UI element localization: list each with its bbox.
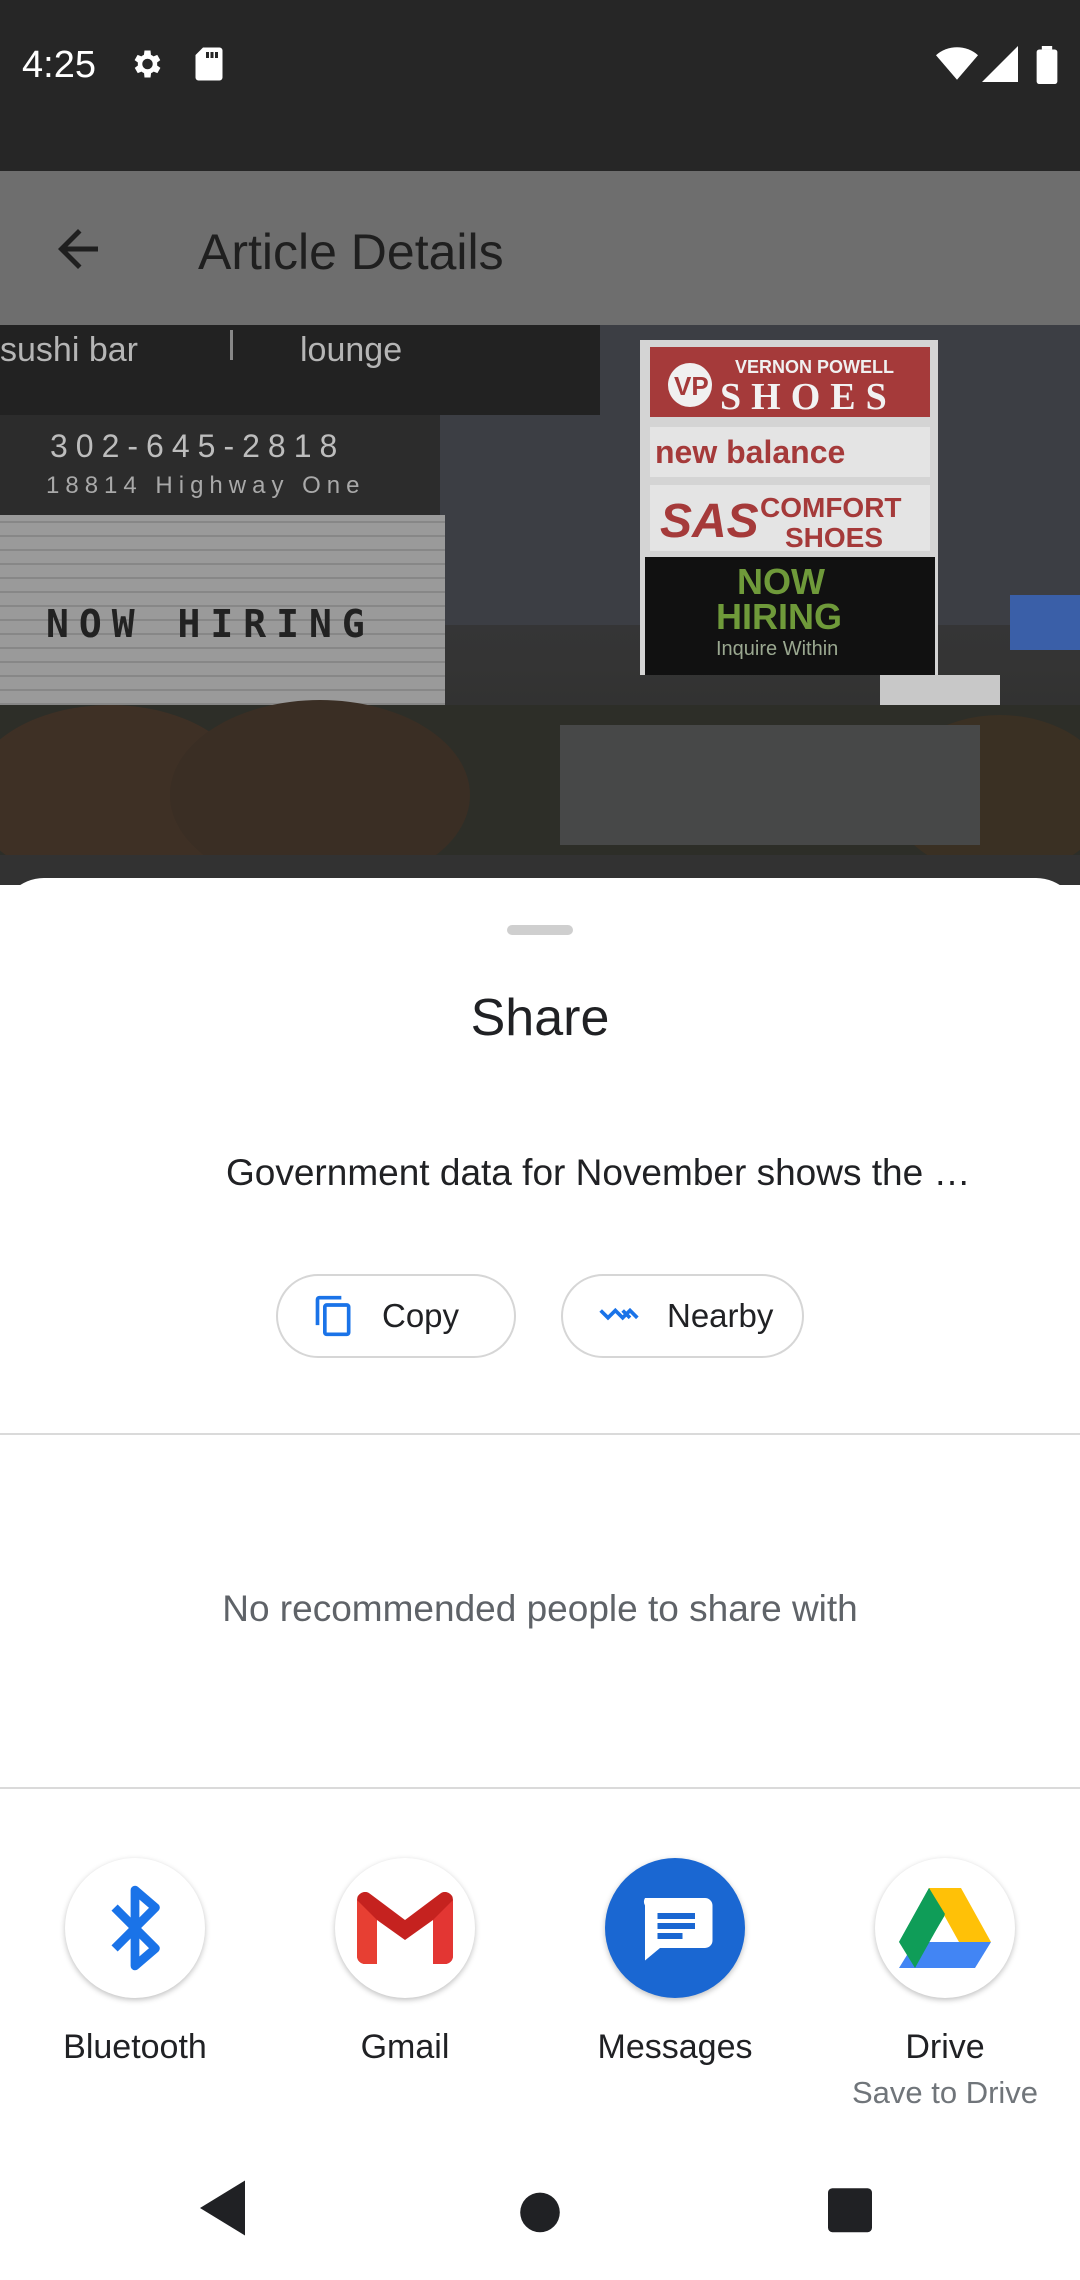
share-title: Share bbox=[470, 989, 610, 1047]
nearby-chip-label: Nearby bbox=[667, 1297, 774, 1334]
hero-comfort-shoes: SHOES bbox=[785, 522, 883, 553]
sd-card-icon bbox=[194, 46, 224, 87]
status-time: 4:25 bbox=[22, 44, 96, 86]
arrow-back-icon[interactable] bbox=[48, 219, 108, 279]
signal-icon bbox=[982, 46, 1018, 87]
svg-text:VP: VP bbox=[674, 371, 709, 401]
drive-icon bbox=[875, 1858, 1015, 1998]
status-bar: 4:25 bbox=[0, 0, 1080, 171]
battery-icon bbox=[1036, 46, 1058, 89]
article-hero-image: sushi bar lounge 302-645-2818 18814 High… bbox=[0, 325, 1080, 885]
share-target-sublabel: Save to Drive bbox=[851, 2075, 1039, 2110]
copy-icon bbox=[312, 1294, 356, 1338]
no-recommended-people-text: No recommended people to share with bbox=[222, 1588, 858, 1629]
gmail-icon bbox=[335, 1858, 475, 1998]
copy-chip[interactable]: Copy bbox=[276, 1274, 516, 1358]
share-target-messages[interactable]: Messages bbox=[540, 1858, 810, 2067]
share-target-label: Bluetooth bbox=[63, 2028, 207, 2066]
hero-sas: SAS bbox=[660, 495, 759, 548]
bluetooth-icon bbox=[65, 1858, 205, 1998]
nearby-icon bbox=[597, 1294, 641, 1338]
sheet-drag-handle[interactable] bbox=[507, 925, 573, 935]
hero-shoes: SHOES bbox=[720, 376, 897, 418]
share-sheet: Share Government data for November shows… bbox=[0, 878, 1080, 2280]
page-title: Article Details bbox=[198, 224, 504, 280]
divider-top bbox=[0, 1433, 1080, 1435]
hero-address: 18814 Highway One bbox=[46, 472, 365, 499]
hero-sign-sushi: sushi bar bbox=[0, 331, 138, 369]
hero-vernon: VERNON POWELL bbox=[735, 357, 894, 377]
app-bar: Article Details bbox=[0, 171, 1080, 325]
share-target-gmail[interactable]: Gmail bbox=[270, 1858, 540, 2067]
system-nav-bar bbox=[0, 2140, 1080, 2280]
divider-bottom bbox=[0, 1787, 1080, 1789]
share-target-label: Messages bbox=[597, 2028, 753, 2066]
hero-comfort: COMFORT bbox=[760, 492, 902, 523]
hero-sign-lounge: lounge bbox=[300, 331, 402, 369]
hero-now-hiring-left: NOW HIRING bbox=[46, 602, 375, 646]
hero-inquire: Inquire Within bbox=[716, 638, 838, 660]
settings-icon bbox=[128, 46, 164, 87]
hero-hiring: HIRING bbox=[716, 596, 842, 637]
share-target-label: Gmail bbox=[360, 2028, 450, 2066]
hero-new-balance: new balance bbox=[655, 434, 845, 470]
back-triangle-icon[interactable] bbox=[200, 2180, 250, 2241]
share-target-bluetooth[interactable]: Bluetooth bbox=[0, 1858, 270, 2067]
nearby-chip[interactable]: Nearby bbox=[561, 1274, 804, 1358]
share-target-label: Drive bbox=[905, 2028, 985, 2066]
share-preview-text: Government data for November shows the … bbox=[226, 1152, 971, 1193]
wifi-icon bbox=[936, 46, 978, 87]
share-target-drive[interactable]: Drive Save to Drive bbox=[810, 1858, 1080, 2111]
hero-phone: 302-645-2818 bbox=[50, 428, 345, 464]
home-circle-icon[interactable] bbox=[518, 2180, 562, 2241]
copy-chip-label: Copy bbox=[382, 1297, 460, 1334]
recents-square-icon[interactable] bbox=[828, 2180, 872, 2241]
messages-icon bbox=[605, 1858, 745, 1998]
